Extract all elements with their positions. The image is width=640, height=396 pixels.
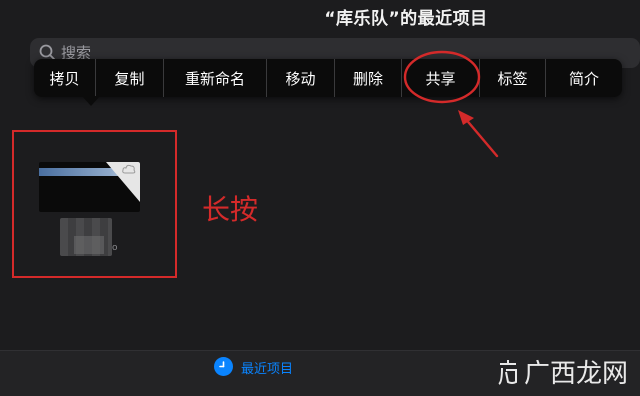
watermark: 广西龙网 [496, 353, 628, 390]
cloud-icon [122, 164, 136, 174]
menu-item-move[interactable]: 移动 [267, 59, 335, 97]
tab-recent-label[interactable]: 最近项目 [241, 358, 293, 377]
long-press-label: 长按 [202, 193, 259, 226]
annotation-arrow-line [462, 115, 499, 158]
page-title: “库乐队”的最近项目 [324, 9, 488, 29]
context-menu: 拷贝 复制 重新命名 移动 删除 共享 标签 简介 [34, 59, 622, 97]
menu-item-tags[interactable]: 标签 [480, 59, 546, 97]
menu-item-copy[interactable]: 拷贝 [34, 59, 96, 97]
menu-item-duplicate[interactable]: 复制 [96, 59, 164, 97]
menu-item-share[interactable]: 共享 [402, 59, 480, 97]
watermark-logo-icon [498, 359, 517, 385]
menu-item-rename[interactable]: 重新命名 [164, 59, 267, 97]
annotation-arrow-head [458, 110, 474, 125]
menu-item-delete[interactable]: 删除 [335, 59, 402, 97]
clock-icon[interactable] [214, 357, 233, 376]
file-name-blurred-2 [74, 236, 104, 254]
menu-pointer [82, 96, 100, 106]
project-file-thumbnail[interactable] [39, 162, 140, 212]
watermark-text: 广西龙网 [523, 359, 628, 389]
file-meta: o [112, 243, 118, 253]
menu-item-info[interactable]: 简介 [546, 59, 622, 97]
